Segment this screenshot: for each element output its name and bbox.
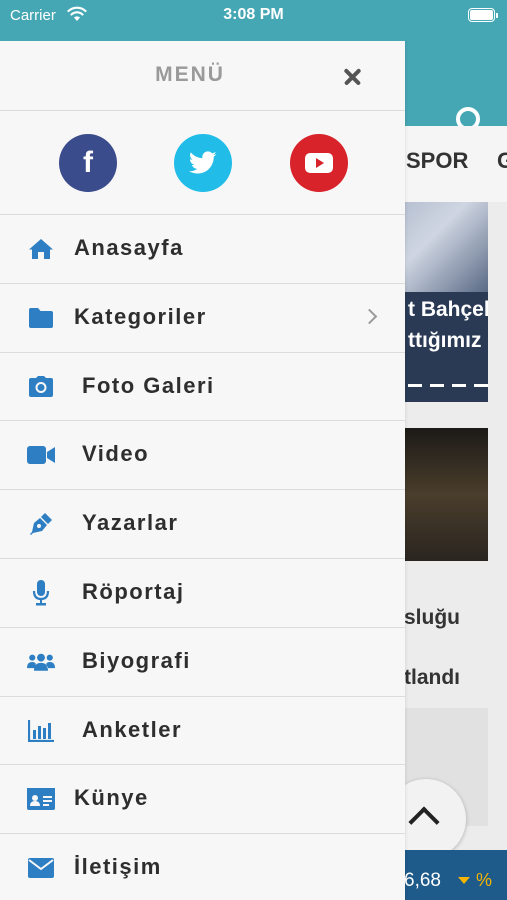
menu-title: MENÜ [155, 63, 225, 86]
clock: 3:08 PM [223, 6, 284, 23]
menu-item-label: Foto Galeri [82, 372, 215, 398]
menu-item-label: Röportaj [82, 578, 185, 604]
news-text-line: sluğu [404, 606, 460, 629]
menu-item-yazarlar[interactable]: Yazarlar [0, 490, 405, 559]
news-text-line: tlandı [404, 666, 460, 689]
menu-item-label: Yazarlar [82, 510, 179, 536]
microphone-icon [27, 579, 55, 606]
menu-item-label: Anasayfa [74, 235, 184, 260]
menu-item-video[interactable]: Video [0, 421, 405, 491]
menu-item-label: Künye [74, 785, 149, 811]
youtube-icon [305, 153, 333, 173]
slider-indicator [408, 384, 488, 387]
close-icon[interactable] [341, 65, 365, 89]
facebook-button[interactable]: f [59, 134, 117, 192]
menu-item-label: Biyografi [82, 647, 191, 673]
menu-item-label: Video [82, 441, 150, 467]
news-headline-line: ttığımız [408, 329, 482, 352]
news-headline-line: t Bahçel [408, 298, 488, 321]
tab-spor[interactable]: SPOR [406, 148, 468, 174]
menu-item-label: İletişim [74, 854, 162, 880]
chevron-up-icon [408, 806, 440, 838]
menu-item-anasayfa[interactable]: Anasayfa [0, 215, 405, 284]
menu-item-biyografi[interactable]: Biyografi [0, 628, 405, 697]
home-icon [27, 237, 55, 261]
menu-item-kategoriler[interactable]: Kategoriler [0, 284, 405, 353]
market-ticker: 6,68 % [404, 850, 507, 900]
tab-next[interactable]: G [497, 148, 507, 174]
id-card-icon [27, 787, 55, 811]
menu-item-label: Kategoriler [74, 303, 207, 329]
menu-list: Anasayfa Kategoriler Foto Galeri Video Y… [0, 215, 405, 900]
down-arrow-icon [458, 877, 470, 884]
battery-icon [468, 8, 498, 22]
menu-item-iletisim[interactable]: İletişim [0, 834, 405, 900]
menu-item-kunye[interactable]: Künye [0, 765, 405, 835]
chevron-right-icon [361, 308, 378, 325]
folder-icon [27, 306, 55, 330]
menu-item-label: Anketler [82, 716, 183, 742]
camera-icon [27, 375, 55, 399]
video-camera-icon [27, 443, 55, 467]
social-links: f [0, 111, 405, 215]
status-bar: Carrier 3:08 PM [0, 0, 507, 41]
side-menu-drawer: MENÜ f Anasayfa Kategoriler Foto Galeri … [0, 41, 405, 900]
menu-item-anketler[interactable]: Anketler [0, 697, 405, 766]
youtube-button[interactable] [290, 134, 348, 192]
ticker-unit: % [476, 870, 493, 890]
poll-chart-icon [27, 719, 55, 743]
menu-item-roportaj[interactable]: Röportaj [0, 559, 405, 628]
drawer-header: MENÜ [0, 41, 405, 111]
twitter-button[interactable] [174, 134, 232, 192]
ticker-value: 6,68 [404, 870, 441, 891]
twitter-icon [189, 151, 217, 174]
facebook-icon: f [83, 146, 93, 179]
envelope-icon [27, 856, 55, 880]
pen-icon [27, 512, 55, 536]
menu-item-foto-galeri[interactable]: Foto Galeri [0, 353, 405, 422]
users-icon [27, 650, 55, 674]
